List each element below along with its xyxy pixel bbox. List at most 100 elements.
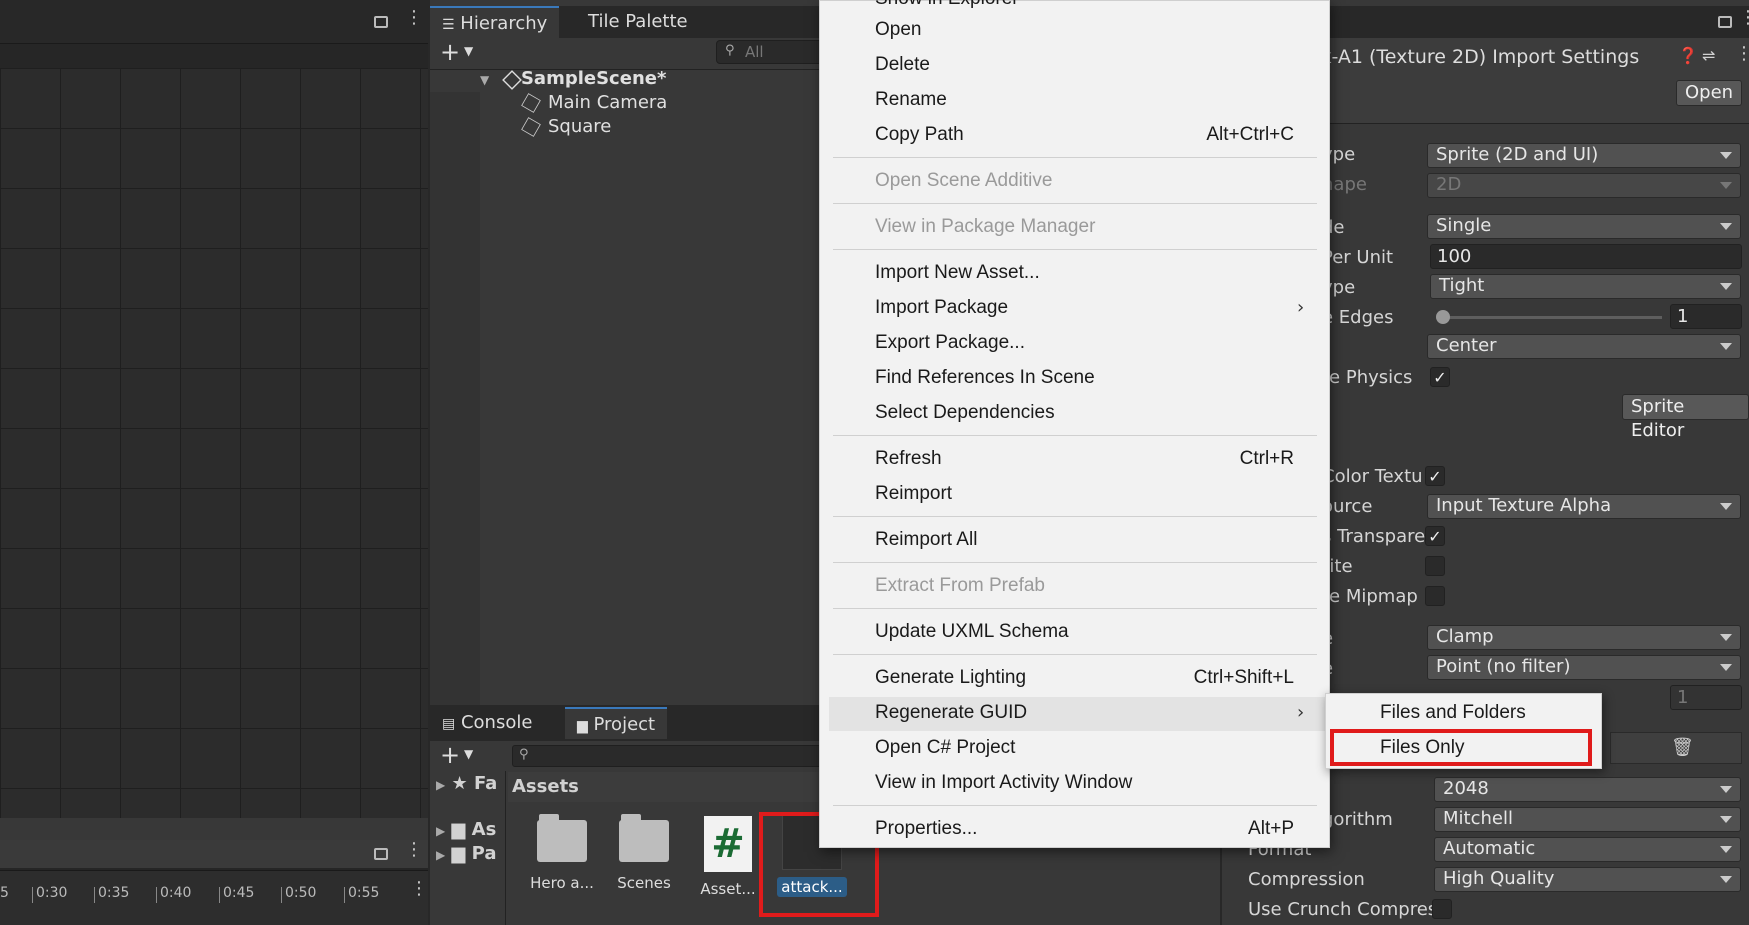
open-button[interactable]: Open — [1676, 80, 1743, 106]
more-options-icon[interactable]: ⋮ — [410, 880, 428, 898]
trash-icon[interactable]: 🗑 — [1671, 737, 1694, 758]
menu-separator — [833, 203, 1317, 204]
dropdown-value: Single — [1436, 215, 1492, 236]
tab-hierarchy[interactable]: ☰ Hierarchy — [430, 6, 560, 38]
lock-icon[interactable] — [374, 848, 388, 860]
menu-separator — [833, 654, 1317, 655]
read-write-checkbox[interactable] — [1425, 556, 1445, 576]
menu-item-properties[interactable]: Properties... — [875, 818, 977, 840]
menu-item-delete[interactable]: Delete — [875, 54, 930, 76]
folder-tab-icon: ▆ — [577, 718, 588, 734]
scene-footer — [0, 818, 428, 840]
resize-algorithm-dropdown[interactable]: Mitchell — [1434, 807, 1741, 832]
compression-dropdown[interactable]: High Quality — [1434, 867, 1741, 892]
aniso-level-field: 1 — [1670, 685, 1742, 710]
more-options-icon[interactable]: ⋮ — [405, 841, 423, 859]
menu-item-generate-lighting[interactable]: Generate Lighting — [875, 667, 1026, 689]
pixels-per-unit-field[interactable]: 100 — [1430, 244, 1742, 269]
asset-item[interactable]: Scenes — [606, 814, 682, 892]
menu-item-open-csharp-project[interactable]: Open C# Project — [875, 737, 1015, 759]
max-size-dropdown[interactable]: 2048 — [1434, 777, 1741, 802]
chevron-down-icon — [1720, 152, 1732, 159]
tree-item-assets[interactable]: ▶ ▆ As — [436, 819, 496, 840]
chevron-right-icon: ▶ — [436, 778, 446, 792]
menu-item-import-new-asset[interactable]: Import New Asset... — [875, 262, 1040, 284]
format-dropdown[interactable]: Automatic — [1434, 837, 1741, 862]
menu-item-export-package[interactable]: Export Package... — [875, 332, 1025, 354]
alpha-transparency-checkbox[interactable]: ✓ — [1425, 526, 1445, 546]
hierarchy-item[interactable]: Square — [521, 116, 611, 137]
chevron-down-icon[interactable]: ▼ — [464, 44, 473, 58]
generate-physics-label: te Physics — [1322, 367, 1413, 388]
wrap-mode-dropdown[interactable]: Clamp — [1427, 625, 1741, 650]
chevron-down-icon — [1720, 503, 1732, 510]
lock-icon[interactable] — [1718, 16, 1732, 28]
menu-item-reimport-all[interactable]: Reimport All — [875, 529, 977, 551]
timeline-ruler[interactable]: 5 0:30 0:35 0:40 0:45 0:50 0:55 ⋮ — [0, 870, 428, 925]
asset-label: Asset... — [700, 880, 756, 898]
menu-item-import-package[interactable]: Import Package — [875, 297, 1008, 319]
menu-item-reimport[interactable]: Reimport — [875, 483, 952, 505]
chevron-down-icon[interactable]: ▼ — [464, 747, 473, 761]
add-icon[interactable]: + — [440, 741, 460, 769]
search-icon: ⚲ — [519, 747, 529, 762]
more-options-icon[interactable]: ⋮ — [1735, 45, 1749, 63]
tree-item-packages[interactable]: ▶ ▆ Pa — [436, 843, 497, 864]
extrude-slider-track[interactable] — [1440, 316, 1662, 319]
pixels-per-unit-label: Per Unit — [1322, 247, 1394, 268]
menu-item-open-scene-additive: Open Scene Additive — [875, 170, 1053, 191]
tree-item-label: Pa — [471, 843, 497, 864]
generate-mipmap-checkbox[interactable] — [1425, 586, 1445, 606]
menu-item-open[interactable]: Open — [875, 19, 921, 41]
tree-item-favorites[interactable]: ▶ ★ Fa — [436, 773, 497, 794]
more-options-icon[interactable]: ⋮ — [1739, 9, 1749, 27]
menu-item-rename[interactable]: Rename — [875, 89, 947, 111]
sprite-mode-dropdown[interactable]: Single — [1427, 214, 1741, 239]
alpha-source-dropdown[interactable]: Input Texture Alpha — [1427, 494, 1741, 519]
extrude-slider-thumb[interactable] — [1436, 310, 1450, 324]
mesh-type-dropdown[interactable]: Tight — [1430, 274, 1741, 299]
project-search-input[interactable]: ⚲ — [512, 745, 822, 767]
project-folder-tree: ▶ ★ Fa ▶ ▆ As ▶ ▆ Pa — [430, 771, 506, 925]
menu-item-select-dependencies[interactable]: Select Dependencies — [875, 402, 1055, 424]
preset-icon[interactable]: ⇌ — [1702, 46, 1715, 65]
gameobject-icon — [521, 117, 541, 137]
lock-icon[interactable] — [374, 16, 388, 28]
platform-tab[interactable]: 🗑 — [1610, 732, 1742, 764]
menu-item-regenerate-guid[interactable]: Regenerate GUID — [875, 702, 1027, 724]
chevron-down-icon — [1720, 786, 1732, 793]
csharp-script-icon: # — [704, 816, 752, 872]
pivot-dropdown[interactable]: Center — [1427, 334, 1741, 359]
hierarchy-item[interactable]: Main Camera — [521, 92, 667, 113]
menu-item-refresh[interactable]: Refresh — [875, 448, 942, 470]
hierarchy-search-input[interactable]: ⚲ All — [716, 40, 826, 64]
asset-item[interactable]: # Asset... — [690, 816, 766, 898]
sprite-editor-button[interactable]: Sprite Editor — [1622, 394, 1749, 441]
tab-tile-palette[interactable]: Tile Palette — [576, 6, 700, 38]
tab-console[interactable]: ▤ Console — [430, 707, 544, 739]
scene-grid[interactable] — [0, 68, 428, 818]
scene-row[interactable]: ▼ SampleScene* — [480, 68, 666, 90]
menu-item-view-import-activity[interactable]: View in Import Activity Window — [875, 772, 1132, 794]
assets-breadcrumb[interactable]: Assets — [508, 772, 828, 802]
chevron-down-icon[interactable]: ▼ — [480, 73, 489, 87]
srgb-checkbox[interactable]: ✓ — [1425, 466, 1445, 486]
star-icon: ★ — [451, 773, 468, 794]
menu-item-show-in-explorer[interactable]: Show in Explorer — [875, 0, 1019, 10]
texture-type-dropdown[interactable]: Sprite (2D and UI) — [1427, 143, 1741, 168]
crunch-compression-checkbox[interactable] — [1432, 899, 1452, 919]
timeline-tick: 0:30 — [31, 885, 68, 903]
filter-mode-dropdown[interactable]: Point (no filter) — [1427, 655, 1741, 680]
extrude-edges-field[interactable]: 1 — [1670, 304, 1742, 329]
resize-algorithm-label: gorithm — [1322, 809, 1393, 830]
menu-item-copy-path[interactable]: Copy Path — [875, 124, 964, 146]
more-options-icon[interactable]: ⋮ — [405, 9, 423, 27]
submenu-item-files-and-folders[interactable]: Files and Folders — [1380, 702, 1526, 724]
menu-item-find-references[interactable]: Find References In Scene — [875, 367, 1095, 389]
asset-item[interactable]: Hero a... — [524, 814, 600, 892]
menu-item-update-uxml-schema[interactable]: Update UXML Schema — [875, 621, 1069, 643]
tab-project[interactable]: ▆ Project — [565, 707, 668, 739]
add-icon[interactable]: + — [440, 38, 460, 66]
help-icon[interactable]: ❓ — [1678, 46, 1698, 65]
generate-physics-checkbox[interactable]: ✓ — [1430, 367, 1450, 387]
